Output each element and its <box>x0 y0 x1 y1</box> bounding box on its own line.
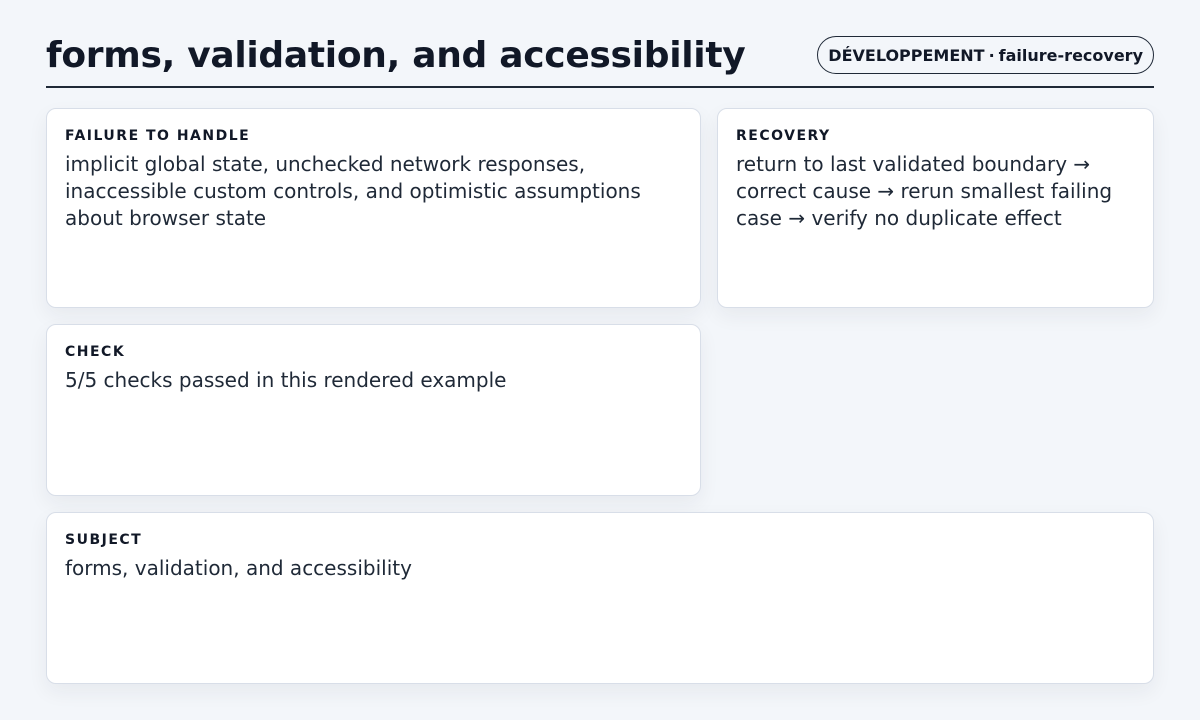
failure-card-text: implicit global state, unchecked network… <box>65 152 641 230</box>
badge-tag: failure-recovery <box>998 45 1143 65</box>
badge-category: DÉVELOPPEMENT <box>828 45 985 65</box>
subject-card-label: SUBJECT <box>65 532 143 548</box>
failure-card: FAILURE TO HANDLE implicit global state,… <box>46 108 701 308</box>
recovery-card-label: RECOVERY <box>736 128 831 144</box>
category-badge: DÉVELOPPEMENT · failure-recovery <box>817 36 1154 74</box>
recovery-card: RECOVERY return to last validated bounda… <box>717 108 1154 308</box>
check-card-text: 5/5 checks passed in this rendered examp… <box>65 368 507 392</box>
check-card: CHECK 5/5 checks passed in this rendered… <box>46 324 701 496</box>
page-header: forms, validation, and accessibility DÉV… <box>46 28 1154 88</box>
subject-card: SUBJECT forms, validation, and accessibi… <box>46 512 1154 684</box>
subject-card-text: forms, validation, and accessibility <box>65 556 412 580</box>
check-card-label: CHECK <box>65 344 126 360</box>
badge-separator: · <box>988 45 995 65</box>
recovery-card-text: return to last validated boundary → corr… <box>736 152 1113 230</box>
failure-card-label: FAILURE TO HANDLE <box>65 128 251 144</box>
page-title: forms, validation, and accessibility <box>46 35 746 76</box>
